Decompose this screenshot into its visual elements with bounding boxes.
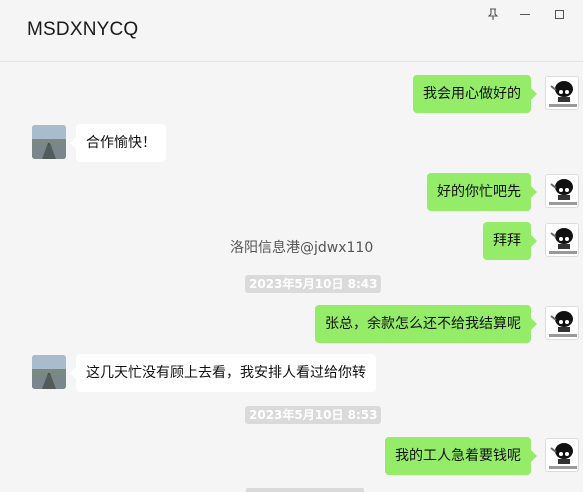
maximize-icon[interactable]: [550, 5, 568, 23]
pin-icon[interactable]: [484, 5, 502, 23]
message-bubble-sent[interactable]: 拜拜: [483, 222, 537, 260]
message-bubble-sent[interactable]: 好的你忙吧先: [427, 173, 537, 211]
message-bubble-received[interactable]: 合作愉快！: [70, 124, 166, 162]
my-avatar[interactable]: [545, 76, 579, 110]
watermark-text: 洛阳信息港@jdwx110: [230, 240, 374, 256]
my-avatar[interactable]: [545, 174, 579, 208]
minimize-icon[interactable]: [516, 5, 534, 23]
message-bubble-sent[interactable]: 我会用心做好的: [413, 75, 537, 113]
chat-window: MSDXNYCQ 我会用心做好的 合作愉快！ 好的你忙吧先 拜拜 洛阳信息港@j…: [0, 0, 583, 492]
contact-avatar[interactable]: [32, 355, 66, 389]
message-bubble-received[interactable]: 这几天忙没有顾上去看，我安排人看过给你转: [70, 354, 376, 392]
my-avatar[interactable]: [545, 306, 579, 340]
message-bubble-sent[interactable]: 张总，余款怎么还不给我结算呢: [315, 305, 537, 343]
timestamp-badge: 2023年5月10日 8:43: [245, 275, 382, 293]
message-bubble-sent[interactable]: 我的工人急着要钱呢: [385, 437, 537, 475]
contact-avatar[interactable]: [32, 125, 66, 159]
my-avatar[interactable]: [545, 223, 579, 257]
timestamp-badge-partial: [246, 488, 364, 492]
chat-title: MSDXNYCQ: [27, 19, 139, 40]
timestamp-badge: 2023年5月10日 8:53: [245, 406, 382, 424]
chat-header: MSDXNYCQ: [0, 0, 583, 62]
my-avatar[interactable]: [545, 438, 579, 472]
